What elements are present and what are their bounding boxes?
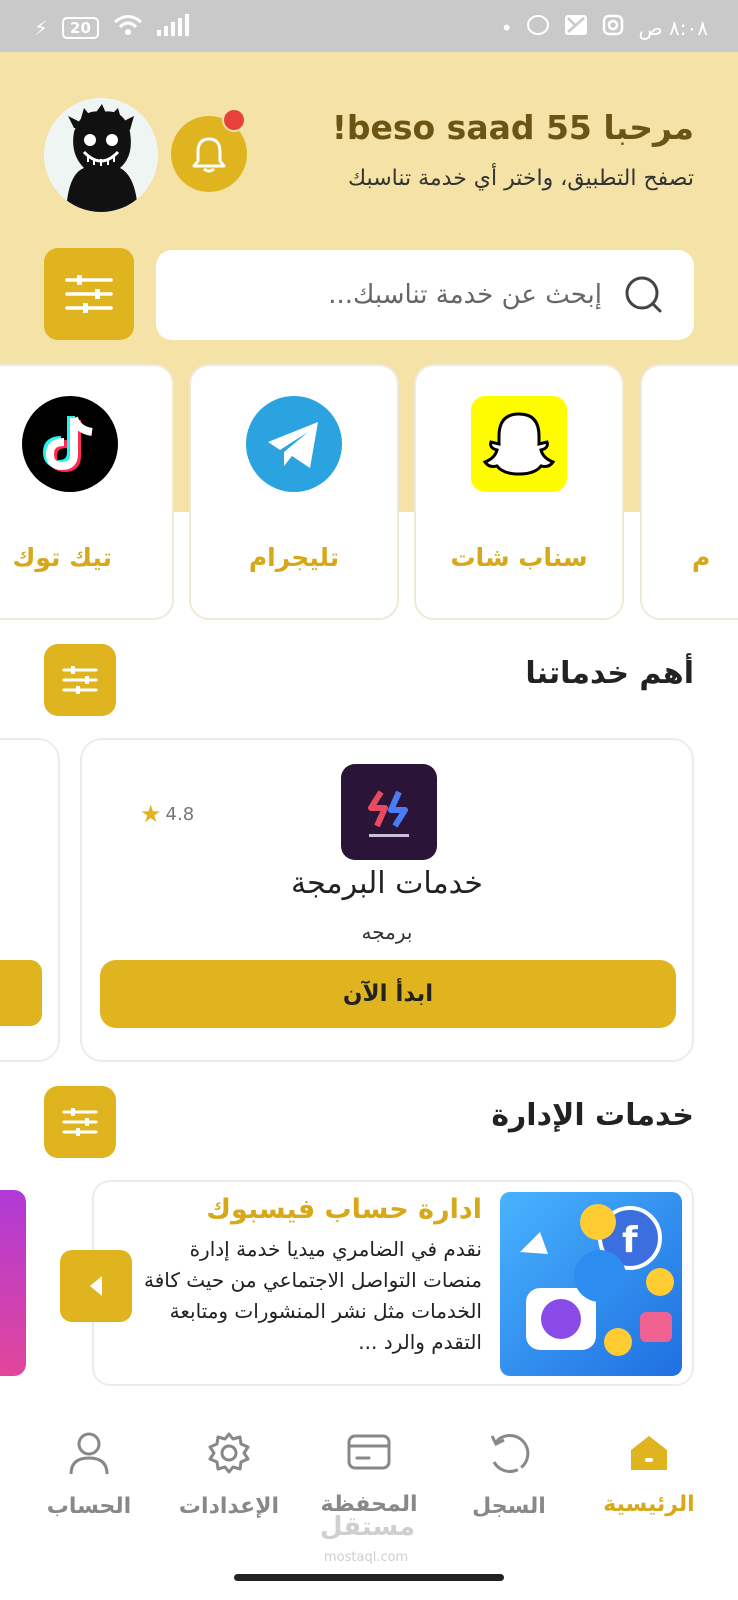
watermark-url: mostaql.com [324,1550,409,1565]
platform-card-snapchat[interactable]: سناب شات [414,364,624,620]
star-icon: ★ [140,800,162,828]
notification-badge [222,108,246,132]
home-indicator[interactable] [234,1574,504,1581]
nav-item-settings[interactable]: الإعدادات [164,1430,294,1519]
platform-card-tiktok[interactable]: تيك توك [0,364,174,620]
management-card-description: نقدم في الضامري ميديا خدمة إدارة منصات ا… [144,1237,482,1354]
service-category: برمجه [361,920,413,944]
section-title-top-services: أهم خدماتنا [525,656,694,691]
search-input[interactable]: إبحث عن خدمة تناسبك... [156,250,694,340]
nav-item-home[interactable]: الرئيسية [584,1430,714,1517]
app-notification-icon [564,14,588,41]
sliders-icon [62,1108,98,1136]
management-card[interactable]: f ادارة حساب فيسبوك نقدم في الضامري ميدي… [92,1180,694,1386]
tiktok-icon [22,396,118,492]
search-icon [625,276,662,313]
social-media-image: f [500,1192,682,1376]
signal-icon [156,14,191,41]
nav-label: الرئيسية [603,1492,695,1517]
telegram-icon [246,396,342,492]
bell-icon [192,137,226,173]
clock: ٨:٠٨ ص [638,15,708,40]
imo-icon [526,14,550,41]
service-card[interactable]: ★ 4.8 خدمات البرمجة برمجه ابدأ الآن [80,738,694,1062]
platform-label: سناب شات [450,543,588,572]
platform-card-telegram[interactable]: تليجرام [189,364,399,620]
sliders-icon [65,275,113,313]
search-placeholder: إبحث عن خدمة تناسبك... [328,280,602,310]
home-icon [631,1436,667,1470]
bottom-nav: الرئيسية السجل المحفظة الإعدادات الحساب [0,1420,738,1600]
wifi-icon [113,14,143,41]
account-icon [69,1432,109,1475]
app-screen: ⚡ 20 ٨:٠٨ ص • مرحبا beso saad 55! تصفح ا… [0,0,738,1600]
platform-card-partial[interactable]: م [640,364,738,620]
start-button[interactable] [0,960,42,1026]
nav-label: الحساب [46,1494,132,1519]
chevron-left-icon [90,1276,102,1296]
service-card-partial[interactable] [0,738,60,1062]
nav-item-wallet[interactable]: المحفظة [304,1430,434,1517]
snapchat-icon [471,396,567,492]
charging-icon: ⚡ [34,15,49,40]
management-card-partial[interactable] [0,1190,26,1376]
svg-text:f: f [622,1220,638,1261]
platform-label: تيك توك [12,543,112,572]
status-bar: ⚡ 20 ٨:٠٨ ص • [0,0,738,52]
battery-level: 20 [62,16,99,39]
filter-button[interactable] [44,248,134,340]
service-logo [341,764,437,860]
watermark-logo: مستقل [320,1512,416,1542]
nav-item-account[interactable]: الحساب [24,1430,154,1519]
nav-label: الإعدادات [178,1494,280,1519]
rating-value: 4.8 [165,803,195,825]
nav-label: السجل [472,1494,546,1519]
greeting-title: مرحبا beso saad 55! [331,108,694,147]
wallet-icon [347,1434,391,1470]
history-icon [490,1434,530,1473]
platform-label: م [692,543,711,572]
platform-label: تليجرام [248,543,340,572]
sliders-icon [62,666,98,694]
start-now-button[interactable]: ابدأ الآن [100,960,676,1028]
top-services-filter-button[interactable] [44,644,116,716]
avatar[interactable] [44,98,158,212]
section-title-management: خدمات الإدارة [491,1098,694,1133]
dot-icon: • [500,15,513,40]
settings-icon [208,1432,250,1474]
carousel-prev-button[interactable] [60,1250,132,1322]
service-name: خدمات البرمجة [291,866,483,901]
nav-item-history[interactable]: السجل [444,1430,574,1519]
instagram-icon [602,14,624,41]
management-card-title: ادارة حساب فيسبوك [206,1194,482,1225]
service-rating: ★ 4.8 [140,800,194,828]
greeting-subtitle: تصفح التطبيق، واختر أي خدمة تناسبك [348,166,694,191]
management-filter-button[interactable] [44,1086,116,1158]
